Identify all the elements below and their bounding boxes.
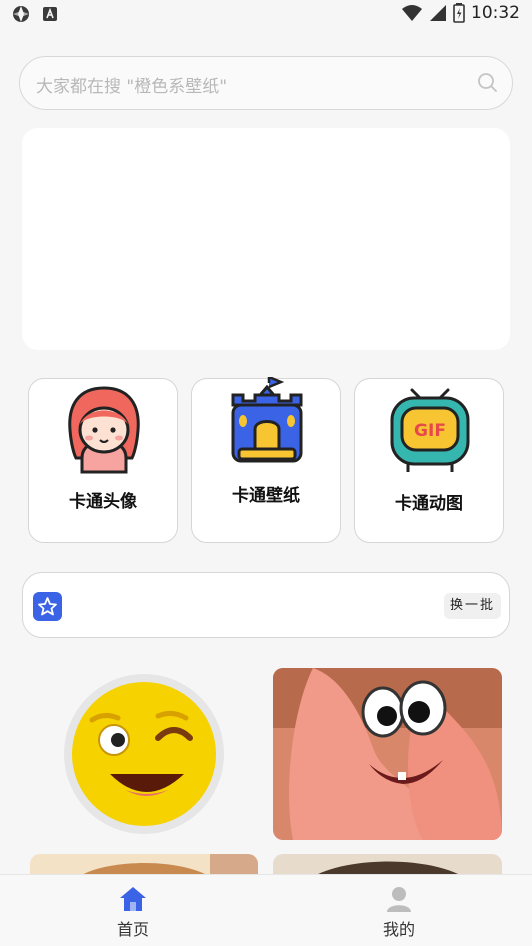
tab-profile[interactable]: 我的 (266, 875, 532, 946)
tab-label: 我的 (382, 920, 415, 939)
search-bar[interactable]: 大家都在搜 "橙色系壁纸" (19, 56, 513, 110)
wifi-icon (402, 5, 422, 21)
clock: 10:32 (471, 3, 520, 23)
app-notification-icon (13, 6, 29, 22)
tab-label: 首页 (116, 920, 149, 939)
refresh-button[interactable]: 换一批 (443, 593, 501, 619)
bottom-tab-bar: 首页 我的 (0, 874, 532, 946)
font-notification-icon (43, 7, 57, 21)
category-label: 卡通壁纸 (232, 486, 300, 506)
gif-tv-icon: GIF (390, 388, 470, 472)
search-placeholder: 大家都在搜 "橙色系壁纸" (36, 77, 228, 97)
banner[interactable] (22, 128, 510, 350)
status-bar: 10:32 (0, 0, 532, 30)
castle-icon (231, 377, 303, 463)
search-icon[interactable] (476, 71, 498, 93)
category-label: 卡通头像 (69, 492, 137, 512)
battery-icon (453, 3, 465, 23)
winking-emoji-image[interactable] (30, 668, 258, 840)
svg-text:GIF: GIF (414, 421, 446, 441)
home-icon (120, 887, 146, 911)
category-label: 卡通动图 (395, 494, 463, 514)
user-icon (387, 887, 411, 912)
cartoon-girl-icon (68, 386, 140, 474)
category-cartoon-gif[interactable]: GIF 卡通动图 (354, 378, 504, 543)
category-cartoon-wallpaper[interactable]: 卡通壁纸 (191, 377, 341, 543)
tab-home[interactable]: 首页 (0, 875, 266, 946)
category-cartoon-avatar[interactable]: 卡通头像 (28, 378, 178, 543)
star-icon (33, 592, 62, 621)
signal-icon (430, 5, 446, 21)
patrick-star-image[interactable] (273, 668, 502, 840)
recommend-bar: 换一批 (22, 572, 510, 638)
